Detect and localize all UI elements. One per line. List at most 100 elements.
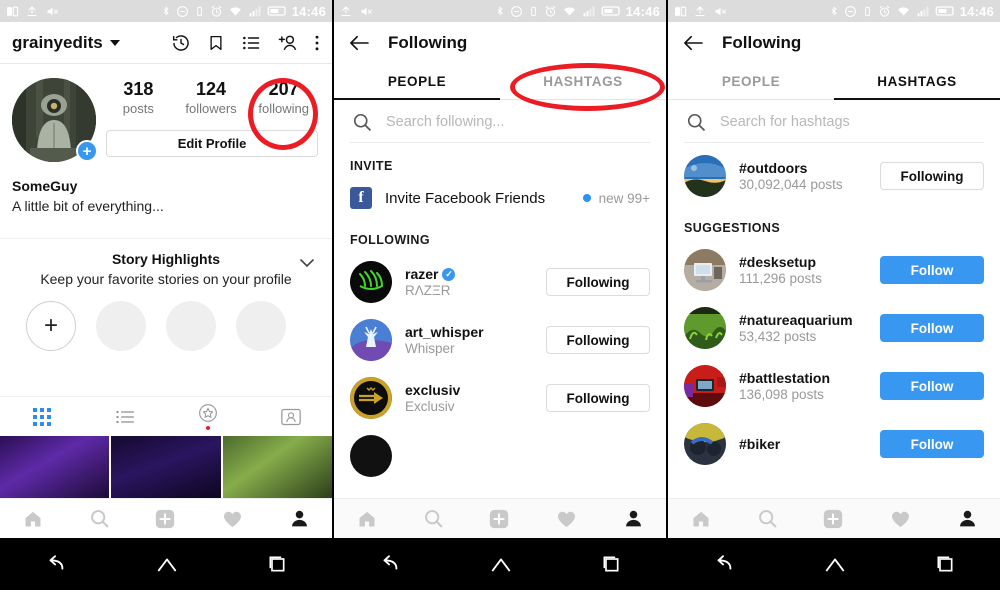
search-icon[interactable] — [89, 508, 110, 529]
search-icon[interactable] — [757, 508, 778, 529]
new-highlight-button[interactable]: + — [26, 301, 76, 351]
upload-icon — [341, 5, 351, 16]
tab-people[interactable]: PEOPLE — [668, 64, 834, 99]
profile-username[interactable]: grainyedits — [12, 33, 103, 53]
avatar[interactable] — [350, 319, 392, 361]
avatar[interactable] — [350, 261, 392, 303]
more-vertical-icon[interactable] — [314, 33, 320, 53]
stat-posts[interactable]: 318 posts — [102, 78, 175, 118]
avatar[interactable] — [684, 365, 726, 407]
profile-icon[interactable] — [957, 508, 978, 529]
following-button[interactable]: Following — [546, 268, 650, 296]
home-nav-icon[interactable] — [156, 553, 178, 575]
search-input[interactable]: Search following... — [386, 114, 504, 130]
history-icon[interactable] — [171, 33, 191, 53]
search-bar[interactable]: Search for hashtags — [668, 100, 1000, 142]
list-item[interactable]: #biker Follow — [668, 415, 1000, 473]
follow-button[interactable]: Follow — [880, 314, 984, 342]
list-item[interactable]: art_whisper Whisper Following — [334, 311, 666, 369]
screenshot-root: 14:46 grainyedits + 318 posts 124 follow… — [0, 0, 1000, 590]
profile-icon[interactable] — [623, 508, 644, 529]
stat-followers[interactable]: 124 followers — [175, 78, 248, 118]
home-nav-icon[interactable] — [824, 553, 846, 575]
search-icon[interactable] — [423, 508, 444, 529]
signal-icon — [249, 6, 261, 16]
follow-button[interactable]: Follow — [880, 372, 984, 400]
recents-nav-icon[interactable] — [935, 554, 955, 574]
avatar[interactable] — [350, 377, 392, 419]
chevron-down-icon[interactable] — [300, 259, 314, 268]
avatar-photo — [684, 307, 726, 349]
invite-facebook-row[interactable]: f Invite Facebook Friends new 99+ — [334, 179, 666, 217]
avatar[interactable] — [684, 155, 726, 197]
back-nav-icon[interactable] — [713, 553, 735, 575]
add-person-icon[interactable] — [277, 33, 298, 53]
list-item[interactable]: exclusiv Exclusiv Following — [334, 369, 666, 427]
avatar[interactable] — [684, 307, 726, 349]
avatar-wrapper[interactable]: + — [12, 78, 98, 162]
hashtag-text: #outdoors — [739, 160, 808, 176]
list-item[interactable]: #natureaquarium 53,432 posts Follow — [668, 299, 1000, 357]
search-bar[interactable]: Search following... — [334, 100, 666, 142]
vibrate-icon — [196, 6, 202, 16]
avatar-photo — [684, 365, 726, 407]
avatar[interactable] — [684, 249, 726, 291]
recents-nav-icon[interactable] — [601, 554, 621, 574]
tab-list[interactable] — [83, 408, 166, 426]
add-story-button[interactable]: + — [76, 140, 98, 162]
list-item[interactable]: #battlestation 136,098 posts Follow — [668, 357, 1000, 415]
tab-people[interactable]: PEOPLE — [334, 64, 500, 100]
post-thumbnail[interactable] — [111, 436, 221, 498]
status-bar-right-icons: 14:46 — [829, 4, 994, 19]
avatar-photo — [684, 423, 726, 465]
add-post-icon[interactable] — [154, 508, 176, 530]
list-item-text: #natureaquarium 53,432 posts — [739, 312, 853, 344]
tab-grid[interactable] — [0, 407, 83, 427]
tab-hashtags[interactable]: HASHTAGS — [834, 64, 1000, 100]
list-item[interactable]: #outdoors 30,092,044 posts Following — [668, 143, 1000, 205]
tab-nametag[interactable] — [249, 407, 332, 427]
highlight-placeholder[interactable] — [96, 301, 146, 351]
tab-hashtags[interactable]: HASHTAGS — [500, 64, 666, 99]
back-nav-icon[interactable] — [379, 553, 401, 575]
following-button[interactable]: Following — [880, 162, 984, 190]
post-thumbnail[interactable] — [0, 436, 110, 498]
list-item-partial[interactable] — [334, 427, 666, 485]
list-item[interactable]: razer ✓ RΛZΞR Following — [334, 253, 666, 311]
heart-icon[interactable] — [221, 508, 244, 529]
home-nav-icon[interactable] — [490, 553, 512, 575]
add-post-icon[interactable] — [822, 508, 844, 530]
heart-icon[interactable] — [889, 508, 912, 529]
add-post-icon[interactable] — [488, 508, 510, 530]
recents-nav-icon[interactable] — [267, 554, 287, 574]
home-icon[interactable] — [690, 509, 712, 529]
avatar[interactable] — [350, 435, 392, 477]
back-arrow-icon[interactable] — [682, 34, 704, 52]
suggestions-section-header: SUGGESTIONS — [684, 221, 781, 235]
tab-tagged[interactable] — [166, 403, 249, 430]
follow-button[interactable]: Follow — [880, 430, 984, 458]
home-icon[interactable] — [22, 509, 44, 529]
post-thumbnail[interactable] — [222, 436, 332, 498]
follow-button[interactable]: Follow — [880, 256, 984, 284]
profile-icon[interactable] — [289, 508, 310, 529]
back-arrow-icon[interactable] — [348, 34, 370, 52]
following-button[interactable]: Following — [546, 384, 650, 412]
stat-following[interactable]: 207 following — [247, 78, 320, 118]
list-icon[interactable] — [241, 33, 261, 53]
highlight-placeholder[interactable] — [166, 301, 216, 351]
home-icon[interactable] — [356, 509, 378, 529]
back-nav-icon[interactable] — [45, 553, 67, 575]
hashtag-text: #natureaquarium — [739, 312, 853, 328]
edit-profile-button[interactable]: Edit Profile — [106, 130, 318, 157]
search-input[interactable]: Search for hashtags — [720, 114, 850, 130]
following-button[interactable]: Following — [546, 326, 650, 354]
heart-icon[interactable] — [555, 508, 578, 529]
highlight-placeholder[interactable] — [236, 301, 286, 351]
bluetooth-icon — [497, 6, 503, 16]
list-item[interactable]: #desksetup 111,296 posts Follow — [668, 241, 1000, 299]
list-item-subtitle: 111,296 posts — [739, 271, 822, 286]
bookmark-icon[interactable] — [207, 33, 225, 53]
chevron-down-icon[interactable] — [109, 39, 120, 46]
avatar[interactable] — [684, 423, 726, 465]
